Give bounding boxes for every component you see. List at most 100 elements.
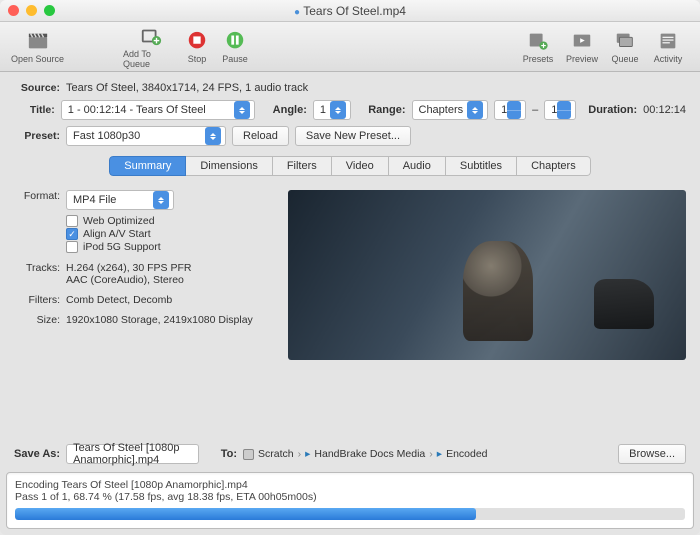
chevron-updown-icon [467,101,483,119]
range-type-select[interactable]: Chapters [412,100,489,120]
checkbox-icon [66,241,78,253]
format-label: Format: [14,190,60,254]
progress-fill [15,508,476,520]
tab-audio[interactable]: Audio [389,156,446,176]
queue-label: Queue [611,54,638,64]
size-label: Size: [14,314,60,326]
range-to-field[interactable]: 1 [544,100,576,120]
ipod-label: iPod 5G Support [83,241,161,253]
align-av-checkbox[interactable]: Align A/V Start [66,228,274,240]
app-window: ● Tears Of Steel.mp4 Open Source Add To … [0,0,700,535]
chevron-updown-icon [205,127,221,145]
pause-button[interactable]: Pause [216,25,254,69]
tab-chapters[interactable]: Chapters [517,156,591,176]
video-preview[interactable] [288,190,686,360]
checkbox-icon [66,215,78,227]
duration-value: 00:12:14 [643,104,686,116]
status-line1: Encoding Tears Of Steel [1080p Anamorphi… [15,479,685,491]
preset-select[interactable]: Fast 1080p30 [66,126,226,146]
reload-label: Reload [243,130,278,142]
preview-image-icon [594,279,654,329]
source-value: Tears Of Steel, 3840x1714, 24 FPS, 1 aud… [66,82,308,94]
stop-label: Stop [188,54,207,64]
clapperboard-icon [26,30,50,52]
close-icon[interactable] [8,5,19,16]
preview-image-icon [463,241,533,341]
tabbar: Summary Dimensions Filters Video Audio S… [14,156,686,176]
filters-label: Filters: [14,294,60,306]
chevron-updown-icon [234,101,250,119]
folder-icon: ▸ [305,448,310,460]
pause-icon [223,30,247,52]
stepper-icon[interactable] [507,101,521,119]
destination-path: Scratch › ▸ HandBrake Docs Media › ▸ Enc… [243,448,488,460]
stepper-icon[interactable] [557,101,571,119]
tab-dimensions[interactable]: Dimensions [186,156,272,176]
stop-button[interactable]: Stop [178,25,216,69]
range-label: Range: [368,104,405,116]
add-to-queue-button[interactable]: Add To Queue [123,25,178,69]
checkbox-checked-icon [66,228,78,240]
presets-icon [526,30,550,52]
preview-icon [570,30,594,52]
web-optimized-label: Web Optimized [83,215,155,227]
pause-label: Pause [222,54,248,64]
format-select[interactable]: MP4 File [66,190,174,210]
path-leaf: Encoded [446,448,487,460]
activity-button[interactable]: Activity [646,25,690,69]
chevron-updown-icon [330,101,346,119]
titlebar: ● Tears Of Steel.mp4 [0,0,700,22]
tab-filters[interactable]: Filters [273,156,332,176]
toolbar: Open Source Add To Queue Stop Pause Pres… [0,22,700,72]
status-line2: Pass 1 of 1, 68.74 % (17.58 fps, avg 18.… [15,491,685,503]
tracks-line1: H.264 (x264), 30 FPS PFR [66,262,274,274]
preview-button[interactable]: Preview [560,25,604,69]
preset-row: Preset: Fast 1080p30 Reload Save New Pre… [14,126,686,146]
open-source-label: Open Source [11,54,64,64]
range-type-value: Chapters [419,104,464,116]
save-row: Save As: Tears Of Steel [1080p Anamorphi… [0,434,700,470]
path-disk: Scratch [258,448,294,460]
tab-summary[interactable]: Summary [109,156,186,176]
chevron-updown-icon [153,191,169,209]
open-source-button[interactable]: Open Source [10,25,65,69]
preview-label: Preview [566,54,598,64]
presets-button[interactable]: Presets [516,25,560,69]
range-from-field[interactable]: 1 [494,100,526,120]
size-value: 1920x1080 Storage, 2419x1080 Display [66,314,274,326]
summary-info: Format: MP4 File Web Optimized Align A/V… [14,190,274,360]
tracks-label: Tracks: [14,262,60,286]
queue-button[interactable]: Queue [604,25,646,69]
web-optimized-checkbox[interactable]: Web Optimized [66,215,274,227]
stop-icon [185,30,209,52]
save-as-label: Save As: [14,448,60,460]
save-as-value: Tears Of Steel [1080p Anamorphic].mp4 [73,442,192,466]
window-controls [8,5,55,16]
chevron-right-icon: › [298,448,302,460]
angle-label: Angle: [273,104,307,116]
tab-video[interactable]: Video [332,156,389,176]
title-row: Title: 1 - 00:12:14 - Tears Of Steel Ang… [14,100,686,120]
range-dash: – [532,104,538,116]
zoom-icon[interactable] [44,5,55,16]
tab-subtitles[interactable]: Subtitles [446,156,517,176]
title-select-value: 1 - 00:12:14 - Tears Of Steel [68,104,231,116]
window-title-text: Tears Of Steel.mp4 [303,4,406,18]
window-title: ● Tears Of Steel.mp4 [0,4,700,18]
angle-value: 1 [320,104,326,116]
minimize-icon[interactable] [26,5,37,16]
browse-label: Browse... [629,448,675,460]
tracks-line2: AAC (CoreAudio), Stereo [66,274,274,286]
preset-label: Preset: [14,130,60,142]
ipod-checkbox[interactable]: iPod 5G Support [66,241,274,253]
browse-button[interactable]: Browse... [618,444,686,464]
chevron-right-icon: › [429,448,433,460]
title-label: Title: [14,104,55,116]
angle-select[interactable]: 1 [313,100,351,120]
title-select[interactable]: 1 - 00:12:14 - Tears Of Steel [61,100,256,120]
save-as-field[interactable]: Tears Of Steel [1080p Anamorphic].mp4 [66,444,199,464]
reload-button[interactable]: Reload [232,126,289,146]
save-new-preset-button[interactable]: Save New Preset... [295,126,411,146]
path-mid: HandBrake Docs Media [314,448,425,460]
source-label: Source: [14,82,60,94]
